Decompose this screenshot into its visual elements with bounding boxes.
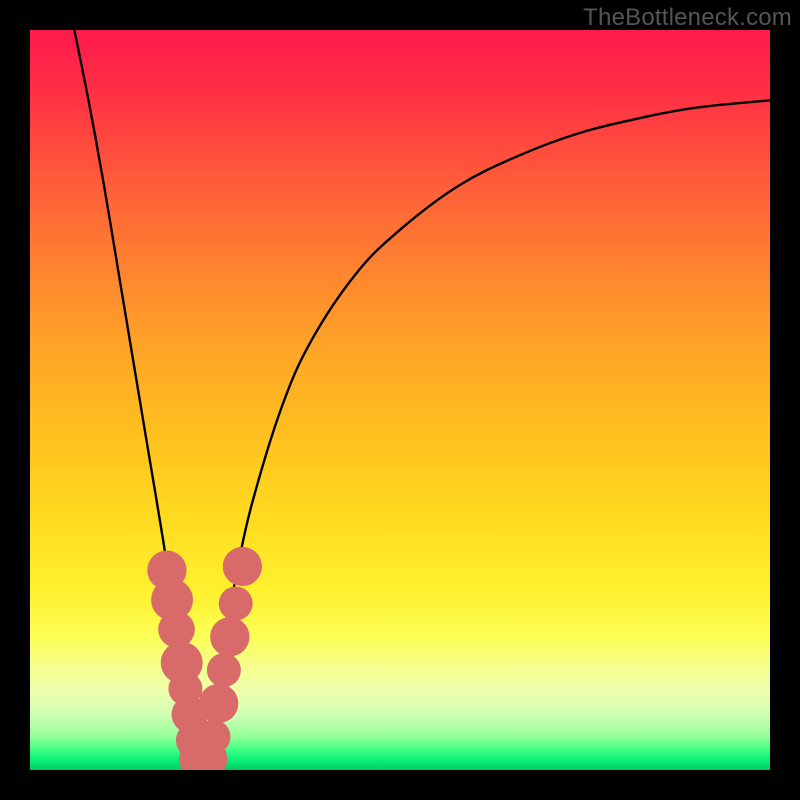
curve-marker xyxy=(207,653,241,687)
curve-svg xyxy=(30,30,770,770)
plot-area xyxy=(30,30,770,770)
curve-marker xyxy=(197,720,231,754)
curve-marker xyxy=(210,617,249,656)
curve-marker xyxy=(223,547,262,586)
curve-marker xyxy=(219,587,253,621)
curve-markers xyxy=(147,547,262,770)
watermark-text: TheBottleneck.com xyxy=(583,4,792,32)
chart-frame: TheBottleneck.com xyxy=(0,0,800,800)
curve-marker xyxy=(158,611,195,648)
curve-marker xyxy=(199,684,238,723)
